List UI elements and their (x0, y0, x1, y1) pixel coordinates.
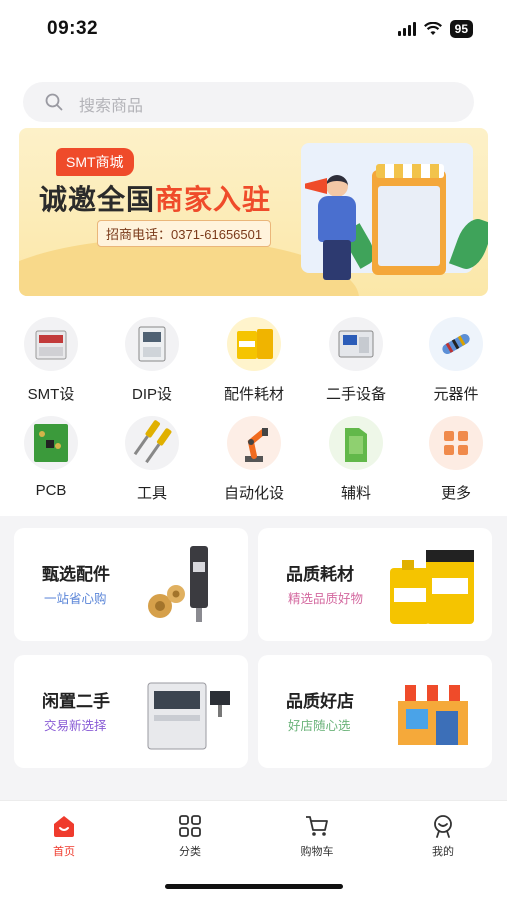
card-subtitle: 一站省心购 (44, 592, 107, 606)
status-bar: 09:32 95 (0, 0, 507, 56)
user-profile-icon (434, 815, 452, 838)
category-parts[interactable]: 配件耗材 (212, 317, 296, 404)
category-used[interactable]: 二手设备 (314, 317, 398, 404)
category-pcb[interactable]: PCB (9, 416, 93, 499)
search-placeholder: 搜索商品 (79, 98, 144, 115)
card-title: 品质耗材 (286, 565, 354, 584)
banner-phone: 招商电话：0371-61656501 (97, 220, 272, 247)
banner-tag: SMT商城 (56, 148, 134, 176)
tab-label: 我的 (432, 846, 454, 858)
category-label: 二手设备 (325, 386, 386, 403)
card-quality-consumables[interactable]: 品质耗材 精选品质好物 (258, 528, 492, 641)
home-indicator (165, 884, 343, 889)
category-dip[interactable]: DIP设 (110, 317, 194, 404)
resistor-icon (429, 317, 483, 371)
machine-parts-icon (148, 546, 208, 622)
pcb-icon (24, 416, 78, 470)
category-label: SMT设 (27, 386, 75, 403)
used-equipment-icon (329, 317, 383, 371)
shopping-cart-icon (306, 816, 328, 836)
category-tools[interactable]: 工具 (110, 416, 194, 503)
signal-icon (397, 22, 416, 36)
person-legs-icon (323, 240, 351, 280)
home-icon (54, 816, 74, 837)
card-subtitle: 精选品质好物 (288, 592, 364, 606)
used-machine-icon (147, 682, 230, 750)
card-title: 甄选配件 (42, 565, 110, 584)
tab-label: 分类 (179, 846, 201, 858)
category-label: 元器件 (433, 386, 479, 403)
category-label: 辅料 (340, 485, 371, 502)
robot-arm-icon (227, 416, 281, 470)
parts-consumables-icon (227, 317, 281, 371)
person-body-icon (318, 196, 356, 242)
card-quality-stores[interactable]: 品质好店 好店随心选 (258, 655, 492, 768)
wifi-icon (423, 22, 442, 35)
category-label: DIP设 (131, 386, 172, 403)
person-head-icon (326, 175, 348, 197)
smt-machine-icon (24, 317, 78, 371)
category-label: 更多 (440, 485, 471, 502)
tab-profile[interactable]: 我的 (403, 813, 483, 859)
tab-category[interactable]: 分类 (150, 813, 230, 859)
banner-title-b: 商家入驻 (155, 184, 272, 215)
card-subtitle: 好店随心选 (288, 719, 351, 733)
category-grid-icon (179, 815, 201, 837)
category-auxiliary[interactable]: 辅料 (314, 416, 398, 503)
promo-banner[interactable]: SMT商城 诚邀全国商家入驻 招商电话：0371-61656501 (19, 128, 488, 296)
category-smt[interactable]: SMT设 (9, 317, 93, 404)
tab-home[interactable]: 首页 (24, 813, 104, 859)
card-idle-secondhand[interactable]: 闲置二手 交易新选择 (14, 655, 248, 768)
liquid-bottle-icon (329, 416, 383, 470)
screwdriver-icon (125, 416, 179, 470)
search-icon (45, 93, 63, 111)
status-icons: 95 (397, 20, 473, 38)
category-label: 工具 (136, 485, 167, 502)
banner-title-a: 诚邀全国 (39, 184, 156, 215)
search-input[interactable]: 搜索商品 (23, 82, 474, 122)
tab-cart[interactable]: 购物车 (277, 813, 357, 859)
awning-icon (376, 164, 444, 178)
shop-tablet-icon (372, 170, 446, 275)
battery-icon: 95 (449, 20, 473, 38)
dip-machine-icon (125, 317, 179, 371)
card-selected-parts[interactable]: 甄选配件 一站省心购 (14, 528, 248, 641)
card-title: 闲置二手 (42, 692, 110, 711)
category-label: 配件耗材 (223, 386, 284, 403)
card-title: 品质好店 (286, 692, 354, 711)
category-label: 自动化设 (223, 485, 284, 502)
tab-label: 首页 (53, 846, 75, 858)
status-time: 09:32 (47, 18, 99, 39)
banner-title: 诚邀全国商家入驻 (39, 178, 271, 218)
category-automation[interactable]: 自动化设 (212, 416, 296, 503)
card-subtitle: 交易新选择 (44, 719, 107, 733)
category-more[interactable]: 更多 (414, 416, 498, 503)
category-components[interactable]: 元器件 (414, 317, 498, 404)
category-label: PCB (35, 482, 67, 499)
more-grid-icon (429, 416, 483, 470)
consumables-bottles-icon (390, 550, 474, 624)
tab-label: 购物车 (300, 846, 334, 858)
store-icon (394, 685, 472, 745)
